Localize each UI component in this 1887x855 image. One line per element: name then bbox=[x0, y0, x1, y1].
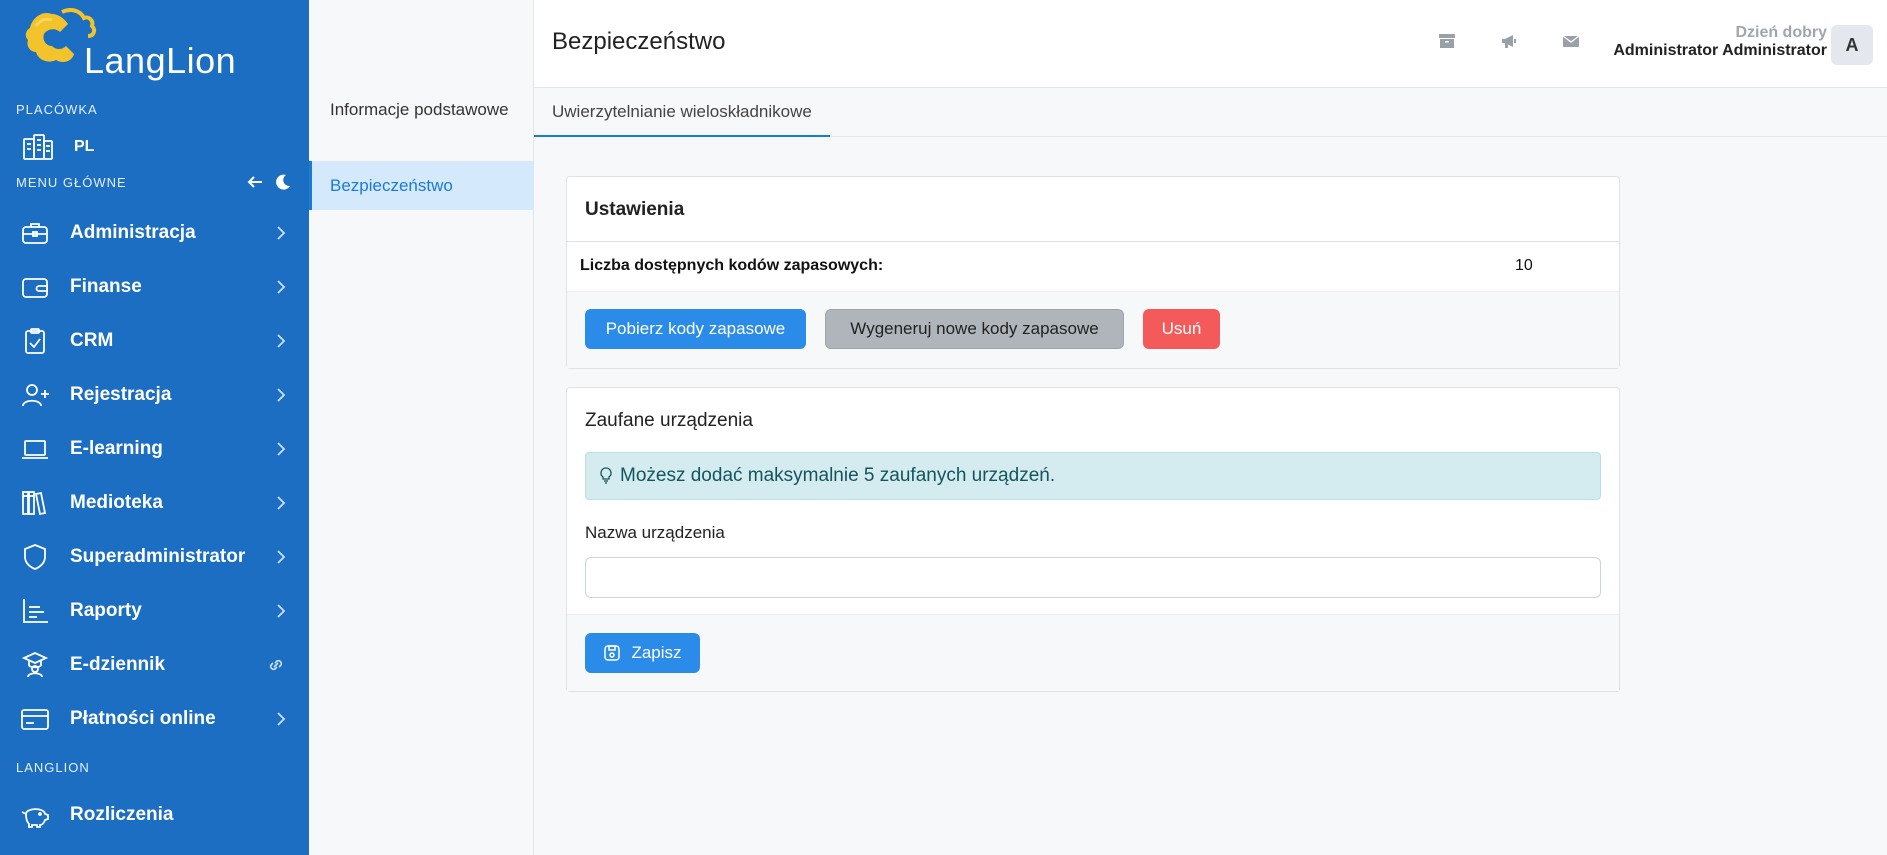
info-alert-text: Możesz dodać maksymalnie 5 zaufanych urz… bbox=[620, 465, 1056, 486]
download-backup-codes-button[interactable]: Pobierz kody zapasowe bbox=[585, 309, 806, 349]
devices-actions: Zapisz bbox=[567, 614, 1619, 691]
sidebar-item-label: Finanse bbox=[70, 276, 142, 297]
clipboard-check-icon bbox=[25, 328, 45, 354]
placowka-value: PL bbox=[74, 138, 95, 155]
placowka-selector[interactable]: PL bbox=[22, 132, 94, 162]
sidebar-item-label: Płatności online bbox=[70, 708, 216, 729]
user-greeting: Dzień dobry Administrator Administrator bbox=[1613, 24, 1827, 60]
chevron-right-icon bbox=[277, 226, 286, 240]
sidebar-item-platnosci-online[interactable]: Płatności online bbox=[0, 692, 309, 746]
chevron-right-icon bbox=[277, 334, 286, 348]
page-title: Bezpieczeństwo bbox=[552, 28, 726, 55]
tab-bar: Uwierzytelnianie wieloskładnikowe bbox=[534, 88, 1887, 137]
chevron-right-icon bbox=[277, 388, 286, 402]
sidebar-item-administracja[interactable]: Administracja bbox=[0, 206, 309, 260]
settings-actions: Pobierz kody zapasowe Wygeneruj nowe kod… bbox=[567, 291, 1619, 368]
placowka-label: PLACÓWKA bbox=[16, 102, 98, 117]
link-icon bbox=[269, 659, 283, 671]
sidebar-item-label: Rozliczenia bbox=[70, 804, 174, 825]
library-icon bbox=[22, 491, 47, 516]
buildings-icon bbox=[23, 134, 53, 160]
sidebar: LangLion PLACÓWKA PL MENU GŁÓWNE Adminis… bbox=[0, 0, 309, 855]
device-name-label: Nazwa urządzenia bbox=[585, 523, 725, 542]
subnav-item-bezpieczenstwo[interactable]: Bezpieczeństwo bbox=[309, 161, 534, 210]
trusted-devices-title: Zaufane urządzenia bbox=[585, 410, 753, 431]
sidebar-item-crm[interactable]: CRM bbox=[0, 314, 309, 368]
sidebar-item-medioteka[interactable]: Medioteka bbox=[0, 476, 309, 530]
sidebar-item-label: Raporty bbox=[70, 600, 142, 621]
menu-label: MENU GŁÓWNE bbox=[16, 175, 127, 190]
sidebar-item-raporty[interactable]: Raporty bbox=[0, 584, 309, 638]
user-plus-icon bbox=[22, 384, 49, 407]
backup-codes-count: 10 bbox=[1515, 257, 1533, 274]
save-icon bbox=[604, 645, 621, 661]
bar-chart-icon bbox=[23, 599, 48, 623]
regenerate-backup-codes-button[interactable]: Wygeneruj nowe kody zapasowe bbox=[825, 309, 1124, 349]
avatar[interactable]: A bbox=[1831, 25, 1873, 65]
sidebar-item-e-dziennik[interactable]: E-dziennik bbox=[0, 638, 309, 692]
sidebar-item-label: Rejestracja bbox=[70, 384, 172, 405]
arrow-left-icon[interactable] bbox=[246, 173, 264, 191]
backup-codes-label: Liczba dostępnych kodów zapasowych: bbox=[580, 257, 884, 274]
settings-title: Ustawienia bbox=[585, 199, 685, 220]
chevron-right-icon bbox=[277, 442, 286, 456]
save-button-label: Zapisz bbox=[631, 643, 682, 662]
sidebar-item-label: E-learning bbox=[70, 438, 163, 459]
chevron-right-icon bbox=[277, 604, 286, 618]
sidebar-item-rejestracja[interactable]: Rejestracja bbox=[0, 368, 309, 422]
info-alert: Możesz dodać maksymalnie 5 zaufanych urz… bbox=[585, 452, 1601, 500]
menu-tools bbox=[246, 173, 292, 191]
sidebar-item-label: Administracja bbox=[70, 222, 196, 243]
delete-button[interactable]: Usuń bbox=[1143, 309, 1220, 349]
divider bbox=[567, 241, 1619, 242]
envelope-icon[interactable] bbox=[1562, 32, 1580, 50]
chevron-right-icon bbox=[277, 496, 286, 510]
subnav-item-informacje-podstawowe[interactable]: Informacje podstawowe bbox=[309, 97, 509, 123]
chevron-right-icon bbox=[277, 280, 286, 294]
briefcase-icon bbox=[22, 223, 48, 244]
lightbulb-icon bbox=[600, 467, 612, 484]
langlion-section-label: LANGLION bbox=[16, 760, 90, 775]
device-name-input[interactable] bbox=[585, 557, 1601, 598]
wallet-icon bbox=[22, 278, 48, 298]
greeting-text: Dzień dobry bbox=[1735, 24, 1827, 41]
sidebar-item-finanse[interactable]: Finanse bbox=[0, 260, 309, 314]
moon-icon[interactable] bbox=[274, 173, 292, 191]
piggy-bank-icon bbox=[21, 808, 49, 828]
archive-icon[interactable] bbox=[1438, 32, 1456, 50]
sidebar-item-label: E-dziennik bbox=[70, 654, 166, 675]
laptop-icon bbox=[22, 440, 48, 459]
chevron-right-icon bbox=[277, 550, 286, 564]
credit-card-icon bbox=[21, 709, 49, 730]
sidebar-item-superadministrator[interactable]: Superadministrator bbox=[0, 530, 309, 584]
brand-name: LangLion bbox=[84, 40, 237, 81]
tab-mfa[interactable]: Uwierzytelnianie wieloskładnikowe bbox=[534, 88, 830, 137]
sidebar-item-label: Medioteka bbox=[70, 492, 163, 513]
save-button[interactable]: Zapisz bbox=[585, 633, 700, 673]
sidebar-item-rozliczenia[interactable]: Rozliczenia bbox=[0, 788, 309, 842]
sidebar-item-e-learning[interactable]: E-learning bbox=[0, 422, 309, 476]
sidebar-item-label: Superadministrator bbox=[70, 546, 246, 567]
chevron-right-icon bbox=[277, 712, 286, 726]
trusted-devices-card: Zaufane urządzenia Możesz dodać maksymal… bbox=[566, 387, 1620, 692]
settings-subnav: Informacje podstawowe Bezpieczeństwo bbox=[309, 0, 534, 855]
langlion-logo[interactable]: LangLion bbox=[22, 6, 236, 84]
shield-icon bbox=[24, 544, 46, 570]
graduate-icon bbox=[21, 652, 49, 678]
top-header: Bezpieczeństwo Dzień dobry Administrator… bbox=[534, 0, 1887, 88]
settings-card: Ustawienia Liczba dostępnych kodów zapas… bbox=[566, 176, 1620, 369]
user-name: Administrator Administrator bbox=[1613, 42, 1827, 59]
megaphone-icon[interactable] bbox=[1500, 32, 1518, 50]
sidebar-item-label: CRM bbox=[70, 330, 114, 351]
